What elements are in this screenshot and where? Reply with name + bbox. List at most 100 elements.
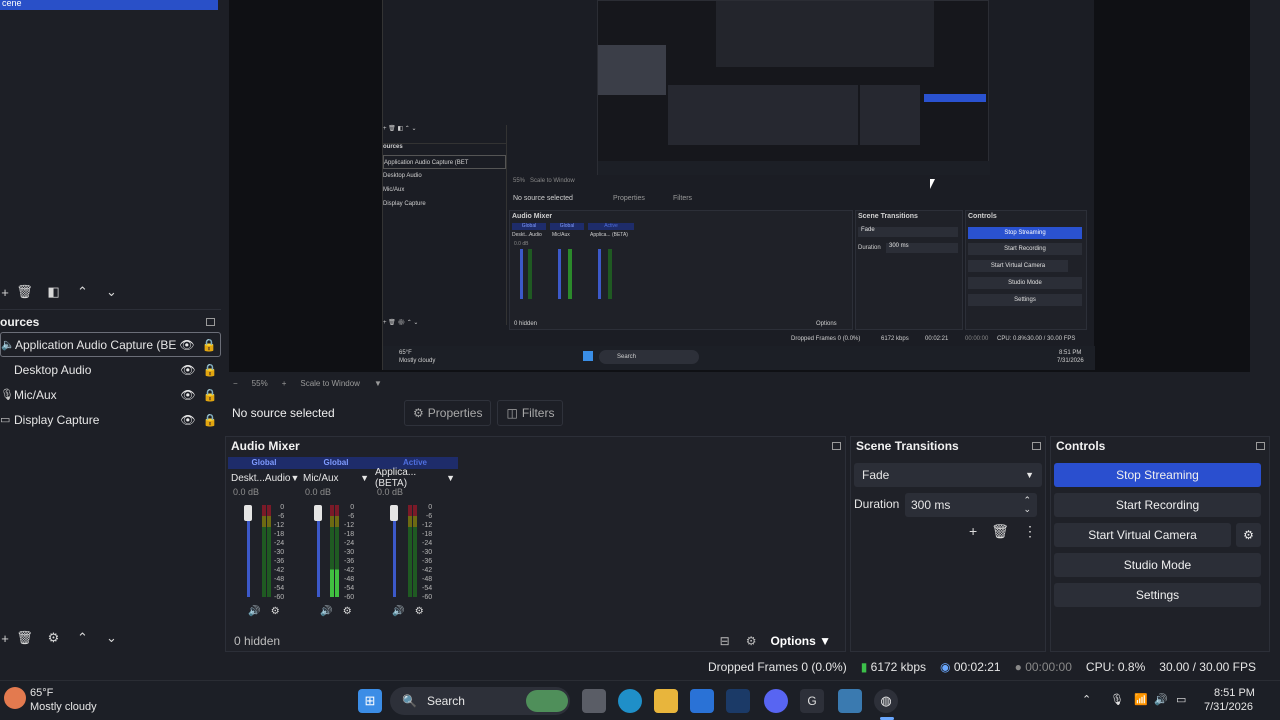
spin-arrows-icon[interactable]: ⌃ ⌄ — [1023, 496, 1031, 514]
options-button[interactable]: Options ▼ — [770, 634, 831, 648]
settings-button[interactable]: Settings — [1054, 583, 1261, 607]
mixer-channel: Global Mic/Aux ▼ 0.0 dB 0 -6 -12 -18 -24 -30 -3… — [300, 457, 372, 625]
steam-icon[interactable] — [726, 689, 750, 713]
scale-mode[interactable]: Scale to Window — [300, 379, 360, 388]
app-icon[interactable]: G — [800, 689, 824, 713]
add-transition-button[interactable]: + — [969, 523, 977, 540]
meter-tick-label: -36 — [274, 558, 285, 565]
speaker-icon[interactable]: 🔊 — [392, 606, 404, 617]
volume-icon[interactable]: 🔊 — [1154, 693, 1168, 706]
properties-button[interactable]: ⚙ Properties — [404, 400, 492, 426]
tray-overflow-chevron-icon[interactable]: ⌃ — [1082, 693, 1091, 706]
duration-spinbox[interactable]: 300 ms ⌃ ⌄ — [905, 493, 1037, 517]
lock-icon[interactable]: 🔒 — [199, 413, 221, 427]
chevron-down-icon[interactable]: ▼ — [446, 473, 455, 483]
monitor-icon: ▭ — [0, 414, 11, 426]
add-scene-button[interactable]: + — [0, 285, 10, 300]
visibility-eye-icon[interactable]: 👁 — [176, 338, 198, 352]
clock-date[interactable]: 7/31/2026 — [1204, 701, 1253, 713]
visibility-eye-icon[interactable]: 👁 — [177, 363, 199, 377]
remove-source-button[interactable]: 🗑 — [10, 630, 39, 646]
microsoft-store-icon[interactable] — [690, 689, 714, 713]
inner-source-item: Desktop Audio — [383, 173, 422, 179]
scene-list-selected-item[interactable]: cene — [0, 0, 218, 10]
discord-icon[interactable] — [764, 689, 788, 713]
inner-properties-label: Properties — [613, 195, 645, 202]
wifi-icon[interactable]: 📶 — [1134, 693, 1148, 706]
lock-icon[interactable]: 🔒 — [199, 388, 221, 402]
remove-scene-button[interactable]: 🗑 — [10, 284, 39, 300]
gear-icon[interactable]: ⚙ — [271, 606, 280, 617]
meter-tick-label: -30 — [422, 549, 433, 556]
weather-temp[interactable]: 65°F — [30, 687, 53, 699]
sources-dock: ources 🔈 Application Audio Capture (BET … — [0, 309, 221, 432]
gear-icon[interactable]: ⚙ — [343, 606, 352, 617]
taskbar-search[interactable]: 🔍 Search — [390, 687, 570, 715]
speaker-icon[interactable]: 🔊 — [320, 606, 332, 617]
lock-icon[interactable]: 🔒 — [199, 363, 221, 377]
edge-browser-icon[interactable] — [618, 689, 642, 713]
filters-button[interactable]: ◫ Filters — [497, 400, 564, 426]
source-properties-gear-icon[interactable]: ⚙ — [39, 630, 68, 646]
source-item[interactable]: Desktop Audio 👁 🔒 — [0, 357, 221, 382]
app-window-icon[interactable] — [838, 689, 862, 713]
stop-streaming-button[interactable]: Stop Streaming — [1054, 463, 1261, 487]
chevron-down-icon[interactable]: ▼ — [374, 379, 382, 388]
source-item[interactable]: 🔈 Application Audio Capture (BET 👁 🔒 — [0, 332, 221, 357]
undock-icon[interactable] — [1032, 442, 1041, 450]
weather-icon[interactable] — [4, 687, 26, 709]
lock-icon[interactable]: 🔒 — [198, 338, 220, 352]
chevron-down-icon[interactable]: ▼ — [290, 473, 299, 483]
battery-icon[interactable]: ▭ — [1176, 693, 1186, 706]
more-options-icon[interactable]: ⋮ — [1023, 523, 1037, 540]
start-virtual-camera-button[interactable]: Start Virtual Camera — [1054, 523, 1231, 547]
move-scene-up-button[interactable]: ⌃ — [68, 284, 97, 300]
undock-icon[interactable] — [832, 442, 841, 450]
fader-knob[interactable] — [390, 505, 398, 521]
channel-name: Deskt...Audio — [231, 472, 291, 484]
weather-desc[interactable]: Mostly cloudy — [30, 701, 97, 713]
visibility-eye-icon[interactable]: 👁 — [177, 388, 199, 402]
undock-icon[interactable] — [206, 318, 215, 326]
studio-mode-button[interactable]: Studio Mode — [1054, 553, 1261, 577]
undock-icon[interactable] — [1256, 442, 1265, 450]
start-recording-button[interactable]: Start Recording — [1054, 493, 1261, 517]
visibility-eye-icon[interactable]: 👁 — [177, 413, 199, 427]
gear-icon[interactable]: ⚙ — [415, 606, 424, 617]
scene-transitions-dock: Scene Transitions Fade ▼ Duration 300 ms… — [850, 436, 1046, 652]
fader-knob[interactable] — [244, 505, 252, 521]
move-source-down-button[interactable]: ⌄ — [97, 630, 126, 646]
windows-taskbar: 65°F Mostly cloudy ⊞ 🔍 Search G ◍ ⌃ 🎙 📶 … — [0, 680, 1280, 720]
zoom-in-button[interactable]: + — [282, 379, 287, 388]
obs-studio-icon[interactable]: ◍ — [874, 689, 898, 713]
microphone-icon[interactable]: 🎙 — [1110, 693, 1124, 706]
meter-tick-label: -54 — [344, 585, 355, 592]
meter-tick-label: -54 — [274, 585, 285, 592]
file-explorer-icon[interactable] — [654, 689, 678, 713]
mixer-layout-icon[interactable]: ⊟ — [720, 634, 730, 648]
windows-start-icon[interactable]: ⊞ — [358, 689, 382, 713]
chevron-down-icon[interactable]: ▼ — [360, 473, 369, 483]
meter-tick-label: -24 — [344, 540, 355, 547]
task-view-icon[interactable] — [582, 689, 606, 713]
source-item[interactable]: 🎙 Mic/Aux 👁 🔒 — [0, 382, 221, 407]
fader-knob[interactable] — [314, 505, 322, 521]
speaker-icon[interactable]: 🔊 — [248, 606, 260, 617]
inner-status-rec-time: 00:00:00 — [965, 336, 989, 342]
speaker-icon: 🔈 — [1, 339, 15, 351]
virtual-camera-gear-icon[interactable]: ⚙ — [1236, 523, 1261, 547]
audio-mixer-dock: Audio Mixer Global Deskt...Audio ▼ 0.0 dB… — [225, 436, 846, 652]
add-source-button[interactable]: + — [0, 631, 10, 646]
remove-transition-button[interactable]: 🗑 — [991, 523, 1009, 540]
advanced-audio-gear-icon[interactable]: ⚙ — [746, 634, 757, 648]
clock-time[interactable]: 8:51 PM — [1214, 687, 1255, 699]
cpu-usage: CPU: 0.8% — [1085, 660, 1146, 674]
source-item[interactable]: ▭ Display Capture 👁 🔒 — [0, 407, 221, 432]
zoom-out-button[interactable]: − — [233, 379, 238, 388]
inner-status-cpu: CPU: 0.8% — [997, 336, 1027, 342]
move-scene-down-button[interactable]: ⌄ — [97, 284, 126, 300]
scene-filters-button[interactable]: ◧ — [39, 284, 68, 300]
move-source-up-button[interactable]: ⌃ — [68, 630, 97, 646]
meter-tick-label: -24 — [422, 540, 433, 547]
transition-select[interactable]: Fade ▼ — [854, 463, 1042, 487]
